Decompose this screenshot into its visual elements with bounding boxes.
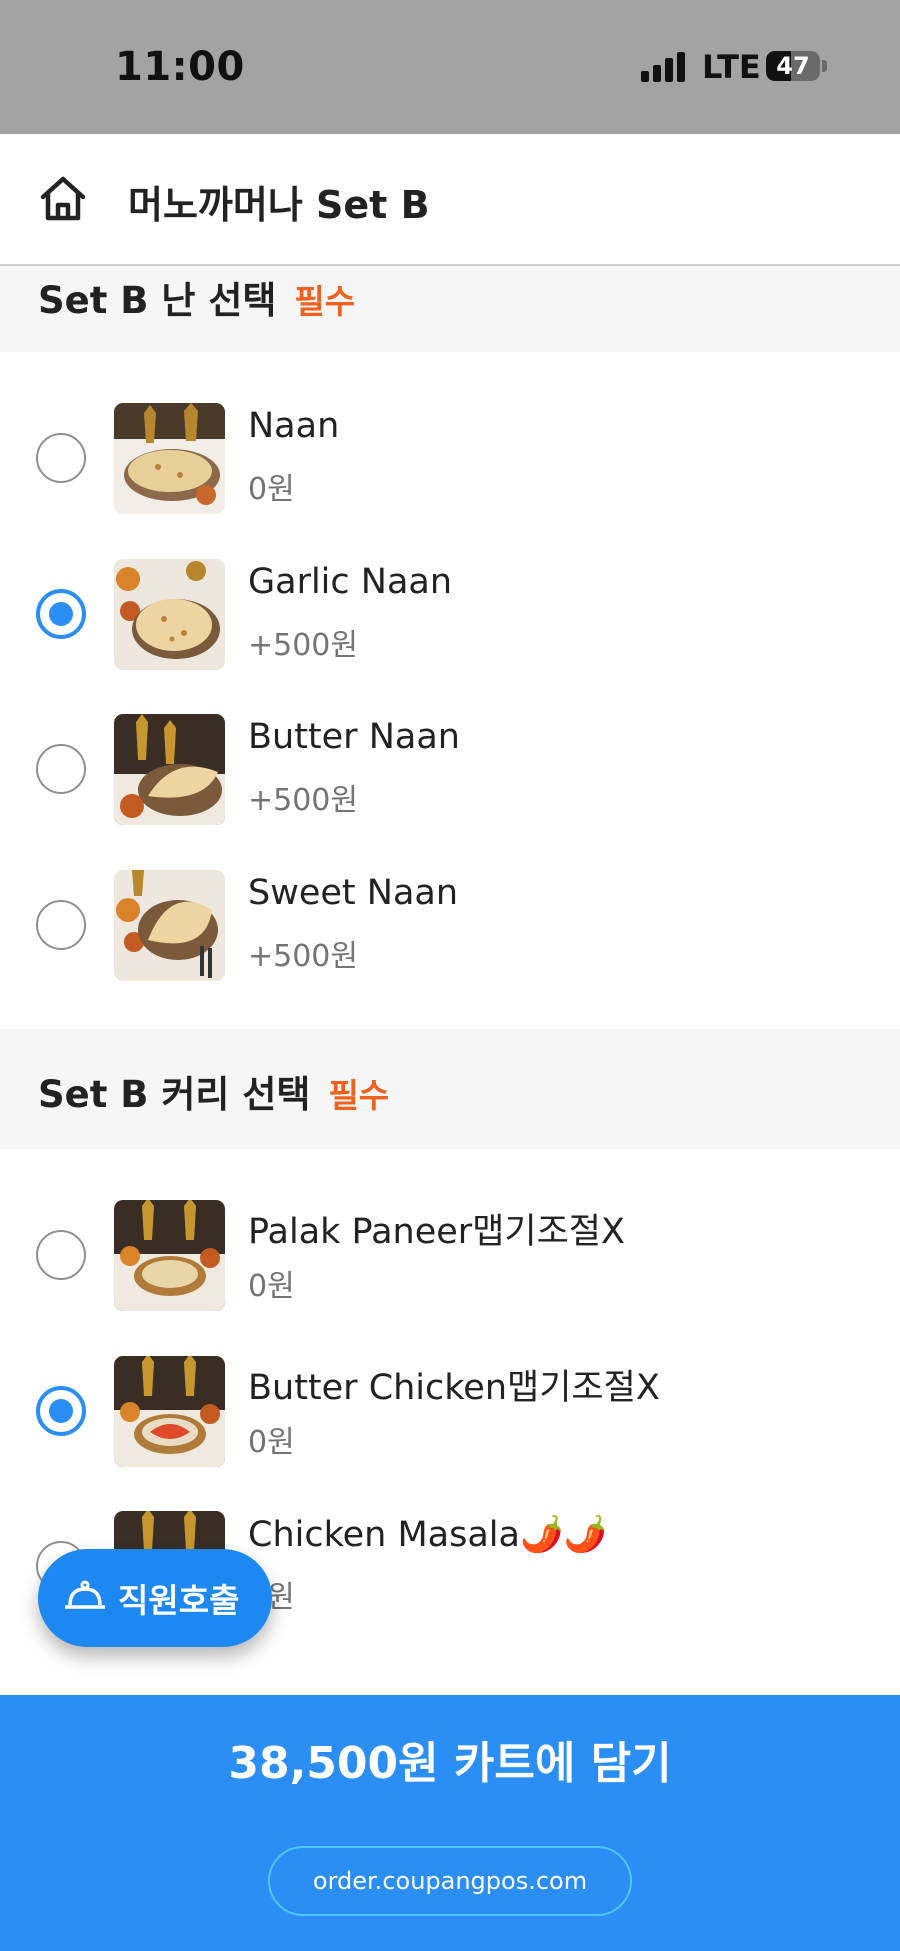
option-name: Sweet Naan (248, 873, 459, 913)
battery-cap (822, 60, 827, 72)
option-name: Garlic Naan (248, 562, 453, 602)
network-type: LTE (702, 48, 761, 86)
food-thumbnail (114, 714, 225, 825)
add-to-cart-button[interactable]: 38,500원 카트에 담기 order.coupangpos.com (0, 1695, 900, 1951)
option-palak-paneer[interactable]: Palak Paneer맵기조절X 0원 (0, 1199, 900, 1324)
option-name: Naan (248, 406, 340, 446)
option-name: Butter Naan (248, 717, 460, 757)
home-icon[interactable] (36, 172, 90, 226)
option-garlic-naan[interactable]: Garlic Naan +500원 (0, 558, 900, 683)
option-price: 0원 (248, 472, 295, 507)
food-thumbnail (114, 559, 225, 670)
section-header-curry: Set B 커리 선택 필수 (0, 1029, 900, 1149)
radio-button[interactable] (36, 1230, 86, 1280)
radio-button[interactable] (36, 744, 86, 794)
option-naan[interactable]: Naan 0원 (0, 402, 900, 527)
service-bell-icon (64, 1579, 106, 1613)
page-title: 머노까머나 Set B (128, 183, 430, 227)
battery-icon: 47 (766, 51, 820, 81)
site-url: order.coupangpos.com (312, 1867, 588, 1895)
food-thumbnail (114, 1356, 225, 1467)
food-thumbnail (114, 403, 225, 514)
section-title-text: Set B 난 선택 (38, 279, 277, 322)
required-badge: 필수 (294, 282, 356, 321)
section-title: Set B 난 선택 필수 (38, 270, 355, 324)
radio-button[interactable] (36, 433, 86, 483)
battery-level: 47 (776, 52, 810, 80)
option-price: +500원 (248, 783, 358, 818)
url-pill[interactable]: order.coupangpos.com (268, 1846, 632, 1916)
section-title: Set B 커리 선택 필수 (38, 1064, 389, 1118)
top-header: 머노까머나 Set B (0, 134, 900, 266)
option-price: +500원 (248, 628, 358, 663)
option-name: Palak Paneer맵기조절X (248, 1212, 625, 1252)
option-butter-chicken[interactable]: Butter Chicken맵기조절X 0원 (0, 1355, 900, 1480)
staff-call-label: 직원호출 (118, 1581, 240, 1620)
option-price: +500원 (248, 939, 358, 974)
required-badge: 필수 (328, 1076, 390, 1115)
option-name: Butter Chicken맵기조절X (248, 1368, 660, 1408)
food-thumbnail (114, 1200, 225, 1311)
section-title-text: Set B 커리 선택 (38, 1073, 311, 1116)
option-sweet-naan[interactable]: Sweet Naan +500원 (0, 869, 900, 994)
add-to-cart-label: 38,500원 카트에 담기 (228, 1738, 672, 1789)
option-name: Chicken Masala🌶️🌶️ (248, 1515, 608, 1555)
staff-call-button[interactable]: 직원호출 (38, 1549, 272, 1647)
status-bar: 11:00 LTE 47 (0, 0, 900, 134)
food-thumbnail (114, 870, 225, 981)
status-time: 11:00 (115, 44, 245, 90)
signal-icon (641, 52, 687, 82)
radio-button[interactable] (36, 900, 86, 950)
section-header-naan: Set B 난 선택 필수 (0, 266, 900, 352)
radio-button[interactable] (36, 1386, 86, 1436)
option-butter-naan[interactable]: Butter Naan +500원 (0, 713, 900, 838)
option-price: 0원 (248, 1269, 295, 1304)
option-price: 0원 (248, 1425, 295, 1460)
radio-button[interactable] (36, 589, 86, 639)
